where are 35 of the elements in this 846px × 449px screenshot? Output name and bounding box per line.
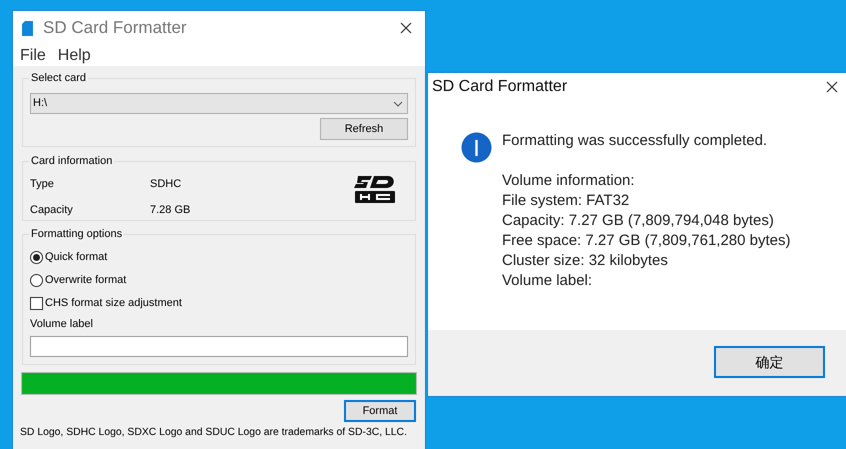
ok-button[interactable]: 确定	[714, 346, 825, 378]
dialog-title: SD Card Formatter	[432, 76, 568, 96]
window-title: SD Card Formatter	[43, 17, 187, 40]
option-label: Quick format	[45, 250, 108, 266]
dialog-message: Formatting was successfully completed.	[502, 131, 768, 151]
menu-item[interactable]: Help	[58, 46, 91, 64]
refresh-button[interactable]: Refresh	[320, 118, 408, 140]
volume-detail: Cluster size: 32 kilobytes	[502, 251, 669, 271]
info-label: Capacity	[30, 202, 74, 218]
checkbox[interactable]	[30, 297, 43, 310]
trademark-note: SD Logo, SDHC Logo, SDXC Logo and SDUC Logo are trademarks of SD-3C, LLC.	[20, 426, 407, 440]
close-icon[interactable]	[826, 80, 838, 92]
info-value: SDHC	[150, 177, 182, 192]
info-value: 7.28 GB	[150, 202, 190, 218]
group-label: Formatting options	[29, 227, 124, 241]
radio-button[interactable]	[30, 251, 43, 264]
info-label: Type	[30, 177, 55, 192]
volume-detail: File system: FAT32	[502, 191, 630, 211]
radio-button[interactable]	[30, 274, 43, 287]
format-button[interactable]: Format	[344, 400, 416, 422]
volume-detail: Volume information:	[502, 171, 636, 191]
volume-detail: Free space: 7.27 GB (7,809,761,280 bytes)	[502, 231, 791, 251]
info-icon	[461, 132, 492, 163]
field-label: Volume label	[30, 317, 94, 332]
volume-label-field[interactable]	[30, 336, 408, 356]
sdhc-logo-icon	[354, 174, 398, 204]
option-label: CHS format size adjustment	[45, 296, 182, 312]
card-dropdown[interactable]: H:\	[30, 93, 408, 114]
volume-detail: Capacity: 7.27 GB (7,809,794,048 bytes)	[502, 211, 775, 231]
chevron-down-icon	[393, 100, 403, 106]
volume-detail: Volume label:	[502, 271, 594, 291]
option-label: Overwrite format	[45, 273, 126, 288]
menu-item[interactable]: File	[20, 46, 46, 64]
close-icon[interactable]	[400, 22, 412, 34]
sd-card-icon	[22, 20, 33, 36]
